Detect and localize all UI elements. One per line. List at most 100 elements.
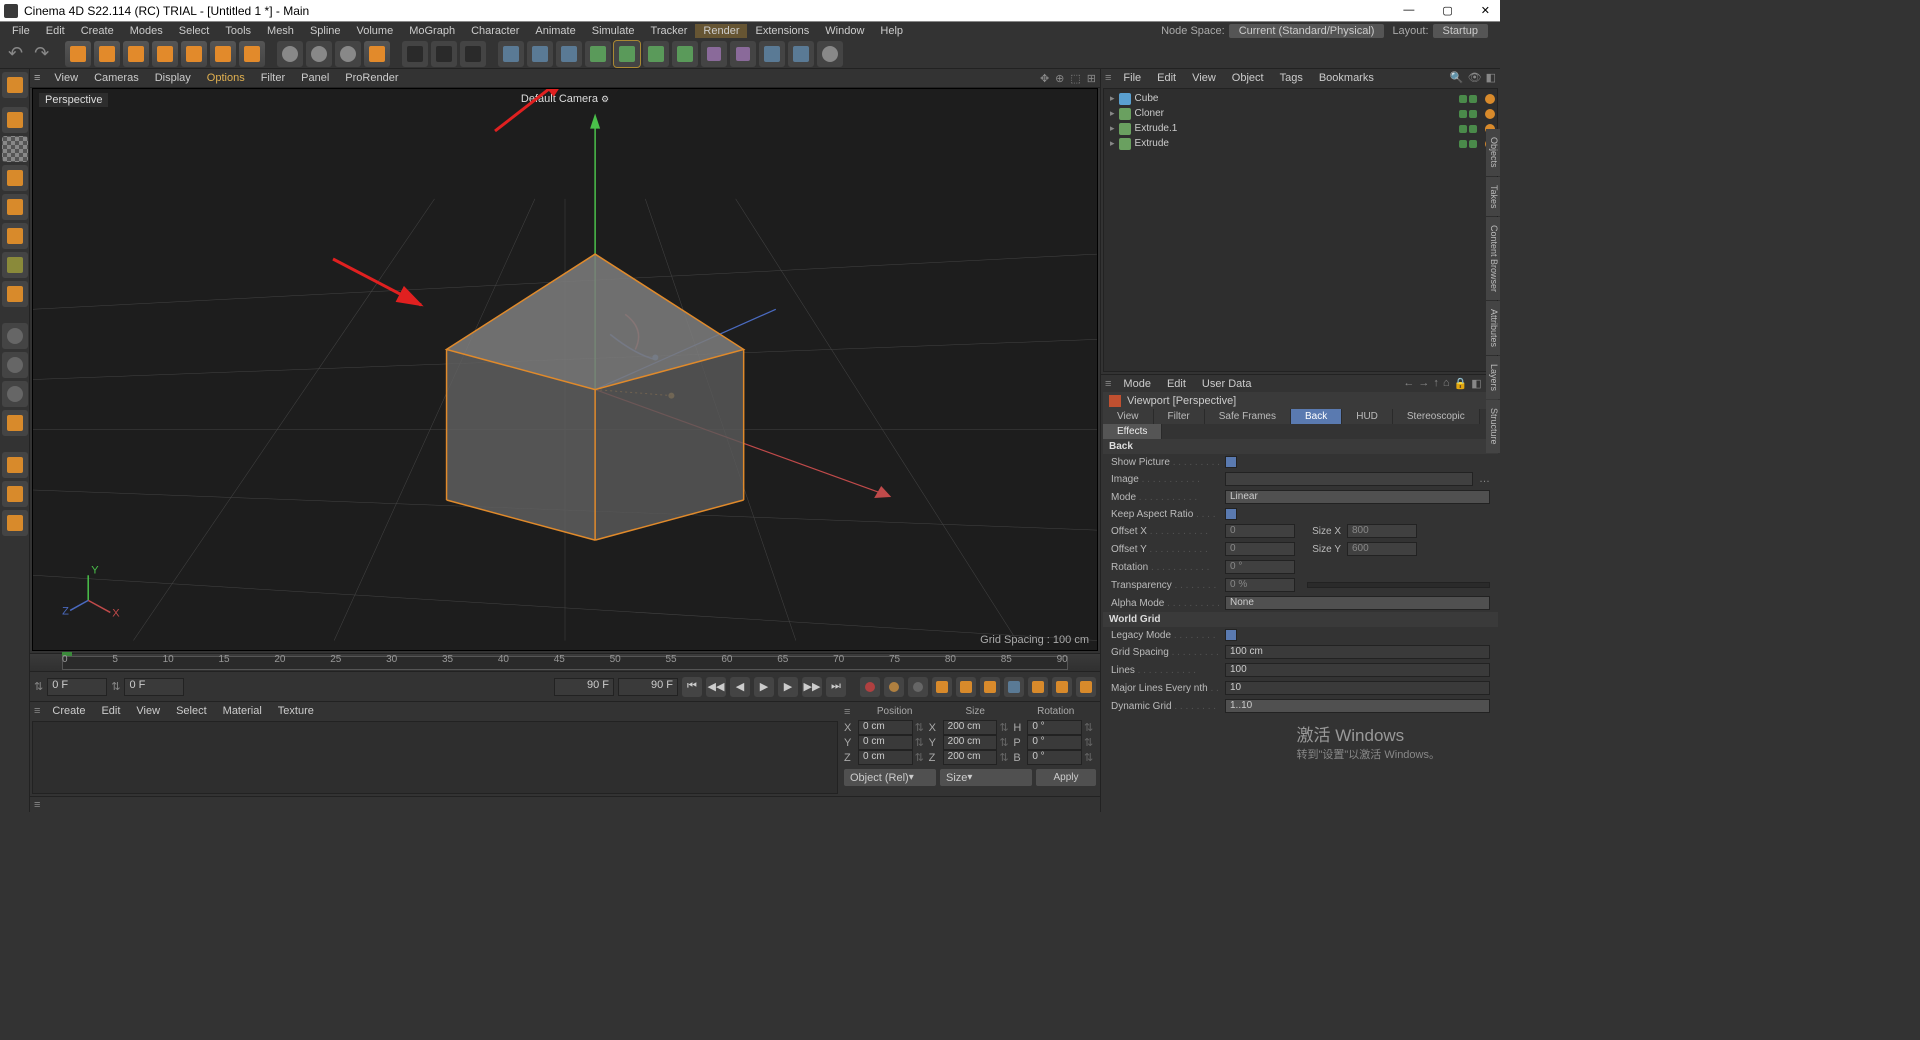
mat-menu-material[interactable]: Material [215, 704, 270, 718]
subdivision-button[interactable] [585, 41, 611, 67]
menu-edit[interactable]: Edit [38, 24, 73, 38]
side-tab[interactable]: Takes [1486, 177, 1500, 217]
menu-animate[interactable]: Animate [527, 24, 583, 38]
locked-button[interactable] [239, 41, 265, 67]
spline-button[interactable] [527, 41, 553, 67]
mode-dropdown[interactable]: Linear [1225, 490, 1490, 504]
workplane-button[interactable] [2, 165, 28, 191]
light-button[interactable] [817, 41, 843, 67]
attr-tab-effects[interactable]: Effects [1103, 424, 1162, 439]
pla-key-button[interactable] [1028, 677, 1048, 697]
rotation-field[interactable]: 0 ° [1225, 560, 1295, 574]
attr-menu-userdata[interactable]: User Data [1194, 377, 1260, 391]
mat-menu-select[interactable]: Select [168, 704, 215, 718]
model-mode-button[interactable] [2, 72, 28, 98]
attr-menu-edit[interactable]: Edit [1159, 377, 1194, 391]
phong-tag-icon[interactable] [1485, 109, 1495, 119]
visibility-render-dot[interactable] [1469, 110, 1477, 118]
coord-rot-H[interactable]: 0 ° [1027, 720, 1082, 735]
legacy-mode-checkbox[interactable] [1225, 629, 1237, 641]
spinner-icon[interactable]: ⇅ [111, 680, 120, 693]
axis-button[interactable] [2, 281, 28, 307]
camera-button[interactable] [788, 41, 814, 67]
scale-tool-button[interactable] [123, 41, 149, 67]
lines-field[interactable]: 100 [1225, 663, 1490, 677]
objmgr-menu-bookmarks[interactable]: Bookmarks [1311, 71, 1382, 85]
vp-menu-options[interactable]: Options [199, 71, 253, 85]
edge-mode-button[interactable] [2, 194, 28, 220]
objmgr-view-icon[interactable]: 👁 [1468, 71, 1482, 84]
mat-menu-view[interactable]: View [128, 704, 168, 718]
scale-key-button[interactable] [956, 677, 976, 697]
attr-tab-hud[interactable]: HUD [1342, 409, 1393, 424]
last-tool-button[interactable] [181, 41, 207, 67]
coord-pos-Y[interactable]: 0 cm [858, 735, 913, 750]
z-axis-button[interactable] [335, 41, 361, 67]
instance-button[interactable] [643, 41, 669, 67]
pos-key-button[interactable] [932, 677, 952, 697]
menu-file[interactable]: File [4, 24, 38, 38]
uv-poly-button[interactable] [2, 252, 28, 278]
mat-menu-create[interactable]: Create [44, 704, 93, 718]
perspective-viewport[interactable]: Perspective Default Camera ⚙ Grid Spacin… [32, 88, 1098, 651]
visibility-editor-dot[interactable] [1459, 140, 1467, 148]
menu-volume[interactable]: Volume [349, 24, 402, 38]
play-button[interactable]: ▶ [754, 677, 774, 697]
objmgr-menu-edit[interactable]: Edit [1149, 71, 1184, 85]
object-tree[interactable]: ▸ Cube ▸ Cloner ▸ Extrude.1 ▸ Extrude [1103, 88, 1498, 372]
texture-mode-button[interactable] [2, 136, 28, 162]
visibility-editor-dot[interactable] [1459, 95, 1467, 103]
offset-y-field[interactable]: 0 [1225, 542, 1295, 556]
vp-nav-icon[interactable]: ✥ [1040, 72, 1049, 85]
menu-mesh[interactable]: Mesh [259, 24, 302, 38]
objmgr-menu-tags[interactable]: Tags [1272, 71, 1311, 85]
objmgr-dock-icon[interactable]: ◧ [1486, 71, 1496, 84]
size-y-field[interactable]: 600 [1347, 542, 1417, 556]
start-frame-field[interactable]: 0 F [47, 678, 107, 696]
extra-key-button[interactable] [1076, 677, 1096, 697]
visibility-editor-dot[interactable] [1459, 125, 1467, 133]
objmgr-menu-view[interactable]: View [1184, 71, 1224, 85]
menu-character[interactable]: Character [463, 24, 527, 38]
object-row[interactable]: ▸ Cloner [1106, 106, 1495, 121]
render-view-button[interactable] [402, 41, 428, 67]
coord-size-Z[interactable]: 200 cm [943, 750, 998, 765]
goto-end-button[interactable]: ⏭ [826, 677, 846, 697]
menu-modes[interactable]: Modes [122, 24, 171, 38]
size-x-field[interactable]: 800 [1347, 524, 1417, 538]
menu-tools[interactable]: Tools [217, 24, 259, 38]
object-row[interactable]: ▸ Cube [1106, 91, 1495, 106]
visibility-render-dot[interactable] [1469, 140, 1477, 148]
cloner-button[interactable] [672, 41, 698, 67]
field-button[interactable] [730, 41, 756, 67]
vp-zoom-icon[interactable]: ⬚ [1070, 72, 1080, 85]
attr-tab-filter[interactable]: Filter [1154, 409, 1205, 424]
render-settings-button[interactable] [460, 41, 486, 67]
vp-menu-display[interactable]: Display [147, 71, 199, 85]
attr-home-icon[interactable]: ⌂ [1443, 377, 1450, 390]
cube-object[interactable] [447, 254, 744, 540]
vp-menu-panel[interactable]: Panel [293, 71, 337, 85]
attr-lock-icon[interactable]: 🔒 [1453, 377, 1467, 390]
move-tool-button[interactable] [94, 41, 120, 67]
snap-2-button[interactable] [2, 352, 28, 378]
menu-select[interactable]: Select [171, 24, 218, 38]
symmetry-button[interactable] [2, 481, 28, 507]
coord-system-button[interactable] [364, 41, 390, 67]
end-frame-a-field[interactable]: 90 F [554, 678, 614, 696]
live-selection-button[interactable] [65, 41, 91, 67]
attr-hamburger-icon[interactable]: ≡ [1105, 378, 1111, 390]
node-space-dropdown[interactable]: Current (Standard/Physical) [1229, 24, 1385, 38]
next-frame-button[interactable]: ▶ [778, 677, 798, 697]
current-frame-field[interactable]: 0 F [124, 678, 184, 696]
snap-button[interactable] [2, 323, 28, 349]
coord-apply-button[interactable]: Apply [1036, 769, 1096, 786]
y-axis-button[interactable] [306, 41, 332, 67]
keep-aspect-checkbox[interactable] [1225, 508, 1237, 520]
soft-select-button[interactable] [2, 452, 28, 478]
redo-button[interactable]: ↷ [30, 43, 53, 64]
object-mode-button[interactable] [2, 107, 28, 133]
attr-tab-view[interactable]: View [1103, 409, 1154, 424]
coord-pos-Z[interactable]: 0 cm [858, 750, 913, 765]
coord-pos-X[interactable]: 0 cm [858, 720, 913, 735]
